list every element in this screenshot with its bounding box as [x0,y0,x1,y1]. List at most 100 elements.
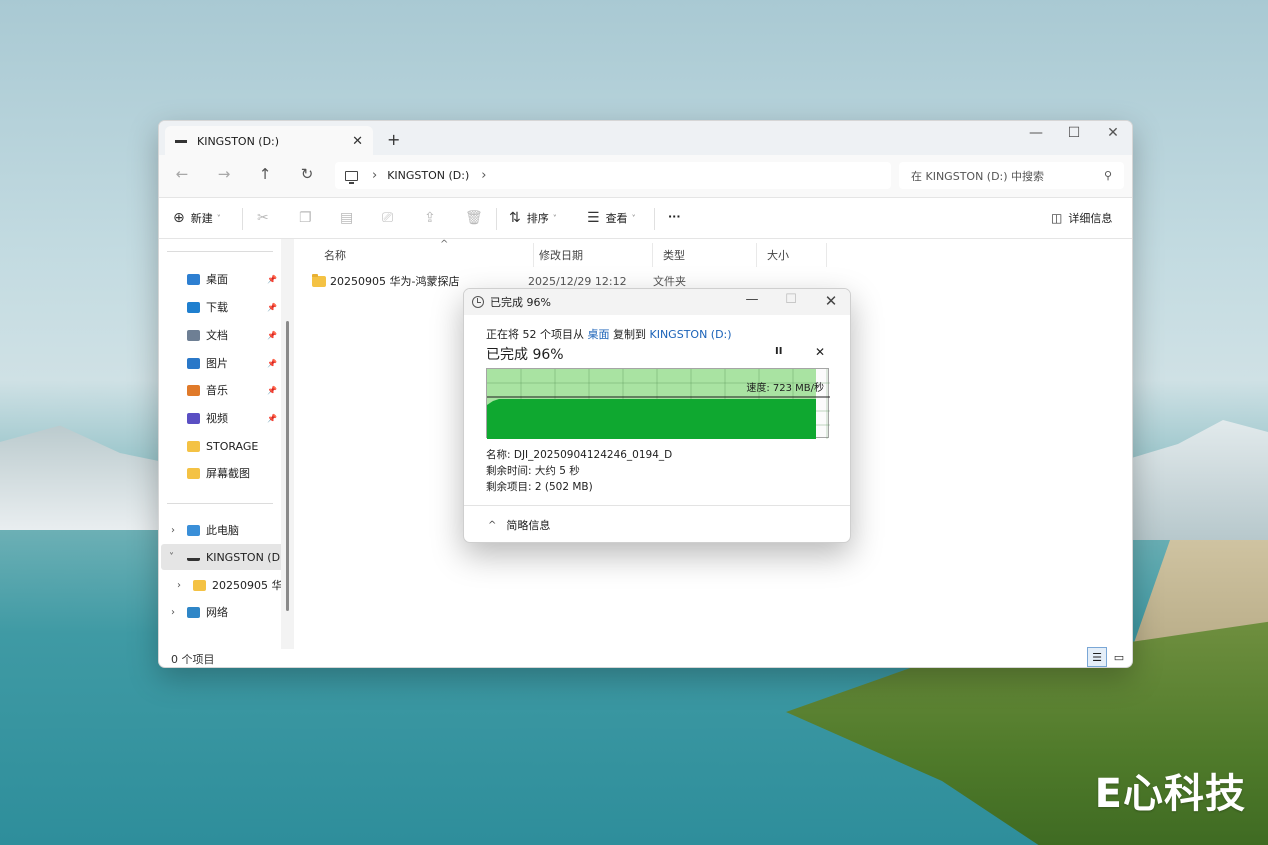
column-modified-label: 修改日期 [539,249,583,262]
forward-icon[interactable]: → [213,165,235,183]
source-link[interactable]: 桌面 [588,328,610,341]
sidebar-item-pinned[interactable]: 图片 📌 [171,350,289,376]
computer-icon [187,524,200,536]
tab-kingston[interactable]: KINGSTON (D:) ✕ [165,126,373,156]
copy-prefix: 正在将 52 个项目从 [486,328,584,341]
sidebar-item-pinned[interactable]: 音乐 📌 [171,377,289,403]
file-modified: 2025/12/29 12:12 [528,274,627,288]
sidebar-item-pinned[interactable]: STORAGE [171,433,289,459]
pause-button[interactable]: II [775,346,782,357]
copy-icon: ❐ [299,210,312,226]
pin-icon: 📌 [267,385,277,395]
sidebar-item-this-pc[interactable]: › 此电脑 [171,517,289,543]
toolbar-divider [654,208,655,230]
file-name: 20250905 华为-鸿蒙探店 [330,275,460,288]
sidebar-item-pinned[interactable]: 文档 📌 [171,322,289,348]
column-header-type[interactable]: 类型 [653,243,757,267]
paste-button[interactable]: ▤ [340,210,359,226]
time-remaining-line: 剩余时间: 大约 5 秒 [486,465,580,477]
minimize-button[interactable]: — [1017,125,1055,141]
dialog-title: 已完成 96% [490,296,551,309]
pin-icon: 📌 [267,330,277,340]
folder-icon [187,440,200,452]
share-button[interactable]: ⇪ [424,210,442,226]
breadcrumb-kingston[interactable]: KINGSTON (D:) [387,169,469,182]
title-bar: KINGSTON (D:) ✕ + — ☐ ✕ [159,121,1132,156]
sidebar-item-label: 音乐 [206,384,228,397]
rename-button[interactable]: ⎚ [382,210,399,226]
sidebar-item-pinned[interactable]: 下载 📌 [171,294,289,320]
dialog-minimize-button[interactable]: — [735,292,769,307]
chevron-right-icon[interactable]: › [171,525,175,536]
fewer-details-toggle[interactable]: ^ 简略信息 [464,505,850,542]
view-button[interactable]: ☰ 查看 ˅ [587,210,636,226]
drive-icon [175,139,187,143]
maximize-button[interactable]: ☐ [1055,125,1093,141]
destination-link[interactable]: KINGSTON (D:) [650,328,732,341]
details-view-button[interactable]: ☰ [1087,647,1107,667]
column-header-modified[interactable]: 修改日期 [529,243,653,267]
new-button[interactable]: ⊕ 新建 ˅ [173,210,221,226]
sidebar-item-subfolder[interactable]: › 20250905 华为 [177,572,295,598]
tab-label: KINGSTON (D:) [197,134,280,148]
folder-icon [187,467,200,479]
status-bar: 0 个项目 [159,649,1132,667]
document-icon [187,329,200,341]
pin-icon: 📌 [267,302,277,312]
refresh-icon[interactable]: ↻ [296,165,318,183]
sidebar-item-label: STORAGE [206,439,259,453]
column-header-name[interactable]: 名称 ^ [314,239,534,267]
sidebar-item-pinned[interactable]: 桌面 📌 [171,266,289,292]
pin-icon: 📌 [267,413,277,423]
chevron-right-icon[interactable]: › [177,580,181,591]
chevron-right-icon[interactable]: › [171,607,175,618]
sidebar-item-kingston[interactable]: ˅ KINGSTON (D: [161,544,285,570]
address-bar[interactable]: › KINGSTON (D:) › [335,162,891,189]
tiles-view-button[interactable]: ▭ [1109,647,1129,667]
chevron-down-icon[interactable]: ˅ [169,552,174,563]
up-icon[interactable]: ↑ [254,165,276,183]
sidebar-item-pinned[interactable]: 屏幕截图 [171,460,289,486]
column-name-label: 名称 [324,249,346,262]
column-header-size[interactable]: 大小 [757,243,827,267]
toolbar-divider [496,208,497,230]
breadcrumb-chevron-icon[interactable]: › [481,168,486,183]
details-pane-button[interactable]: ◫ 详细信息 [1051,210,1112,226]
copy-mid: 复制到 [613,328,646,341]
sidebar-item-label: KINGSTON (D: [206,550,284,564]
plus-circle-icon: ⊕ [173,210,185,226]
column-type-label: 类型 [663,249,685,262]
close-window-button[interactable]: ✕ [1094,125,1132,141]
cut-button[interactable]: ✂ [257,210,275,226]
sidebar-item-pinned[interactable]: 视频 📌 [171,405,289,431]
new-tab-button[interactable]: + [387,130,400,149]
scissors-icon: ✂ [257,210,269,226]
sidebar-scrollbar[interactable] [286,321,289,611]
navigation-bar: ← → ↑ ↻ › KINGSTON (D:) › 在 KINGSTON (D:… [159,155,1132,197]
sort-icon: ⇅ [509,210,521,226]
dialog-close-button[interactable]: ✕ [814,292,848,310]
sort-button[interactable]: ⇅ 排序 ˅ [509,210,557,226]
stop-button[interactable]: ✕ [815,345,825,359]
copy-button[interactable]: ❐ [299,210,318,226]
item-count: 0 个项目 [171,653,215,666]
sidebar-item-label: 网络 [206,606,228,619]
tab-close-icon[interactable]: ✕ [352,134,363,149]
back-icon[interactable]: ← [171,165,193,183]
list-view-icon: ☰ [1092,650,1102,664]
delete-button[interactable]: 🗑 [465,210,489,226]
toolbar-divider [242,208,243,230]
sidebar-item-label: 图片 [206,357,228,370]
chevron-down-icon: ˅ [552,213,557,223]
chevron-down-icon: ˅ [631,213,636,223]
sort-label: 排序 [526,212,549,225]
sidebar-item-label: 屏幕截图 [206,467,250,480]
network-icon [187,606,200,618]
view-lines-icon: ☰ [587,210,600,226]
sidebar-item-label: 桌面 [206,273,228,286]
sort-ascending-icon: ^ [440,239,449,250]
fewer-details-label: 简略信息 [506,519,551,532]
more-options-button[interactable]: ··· [668,210,681,223]
search-input[interactable]: 在 KINGSTON (D:) 中搜索 ⚲ [899,162,1124,189]
sidebar-item-network[interactable]: › 网络 [171,599,289,625]
